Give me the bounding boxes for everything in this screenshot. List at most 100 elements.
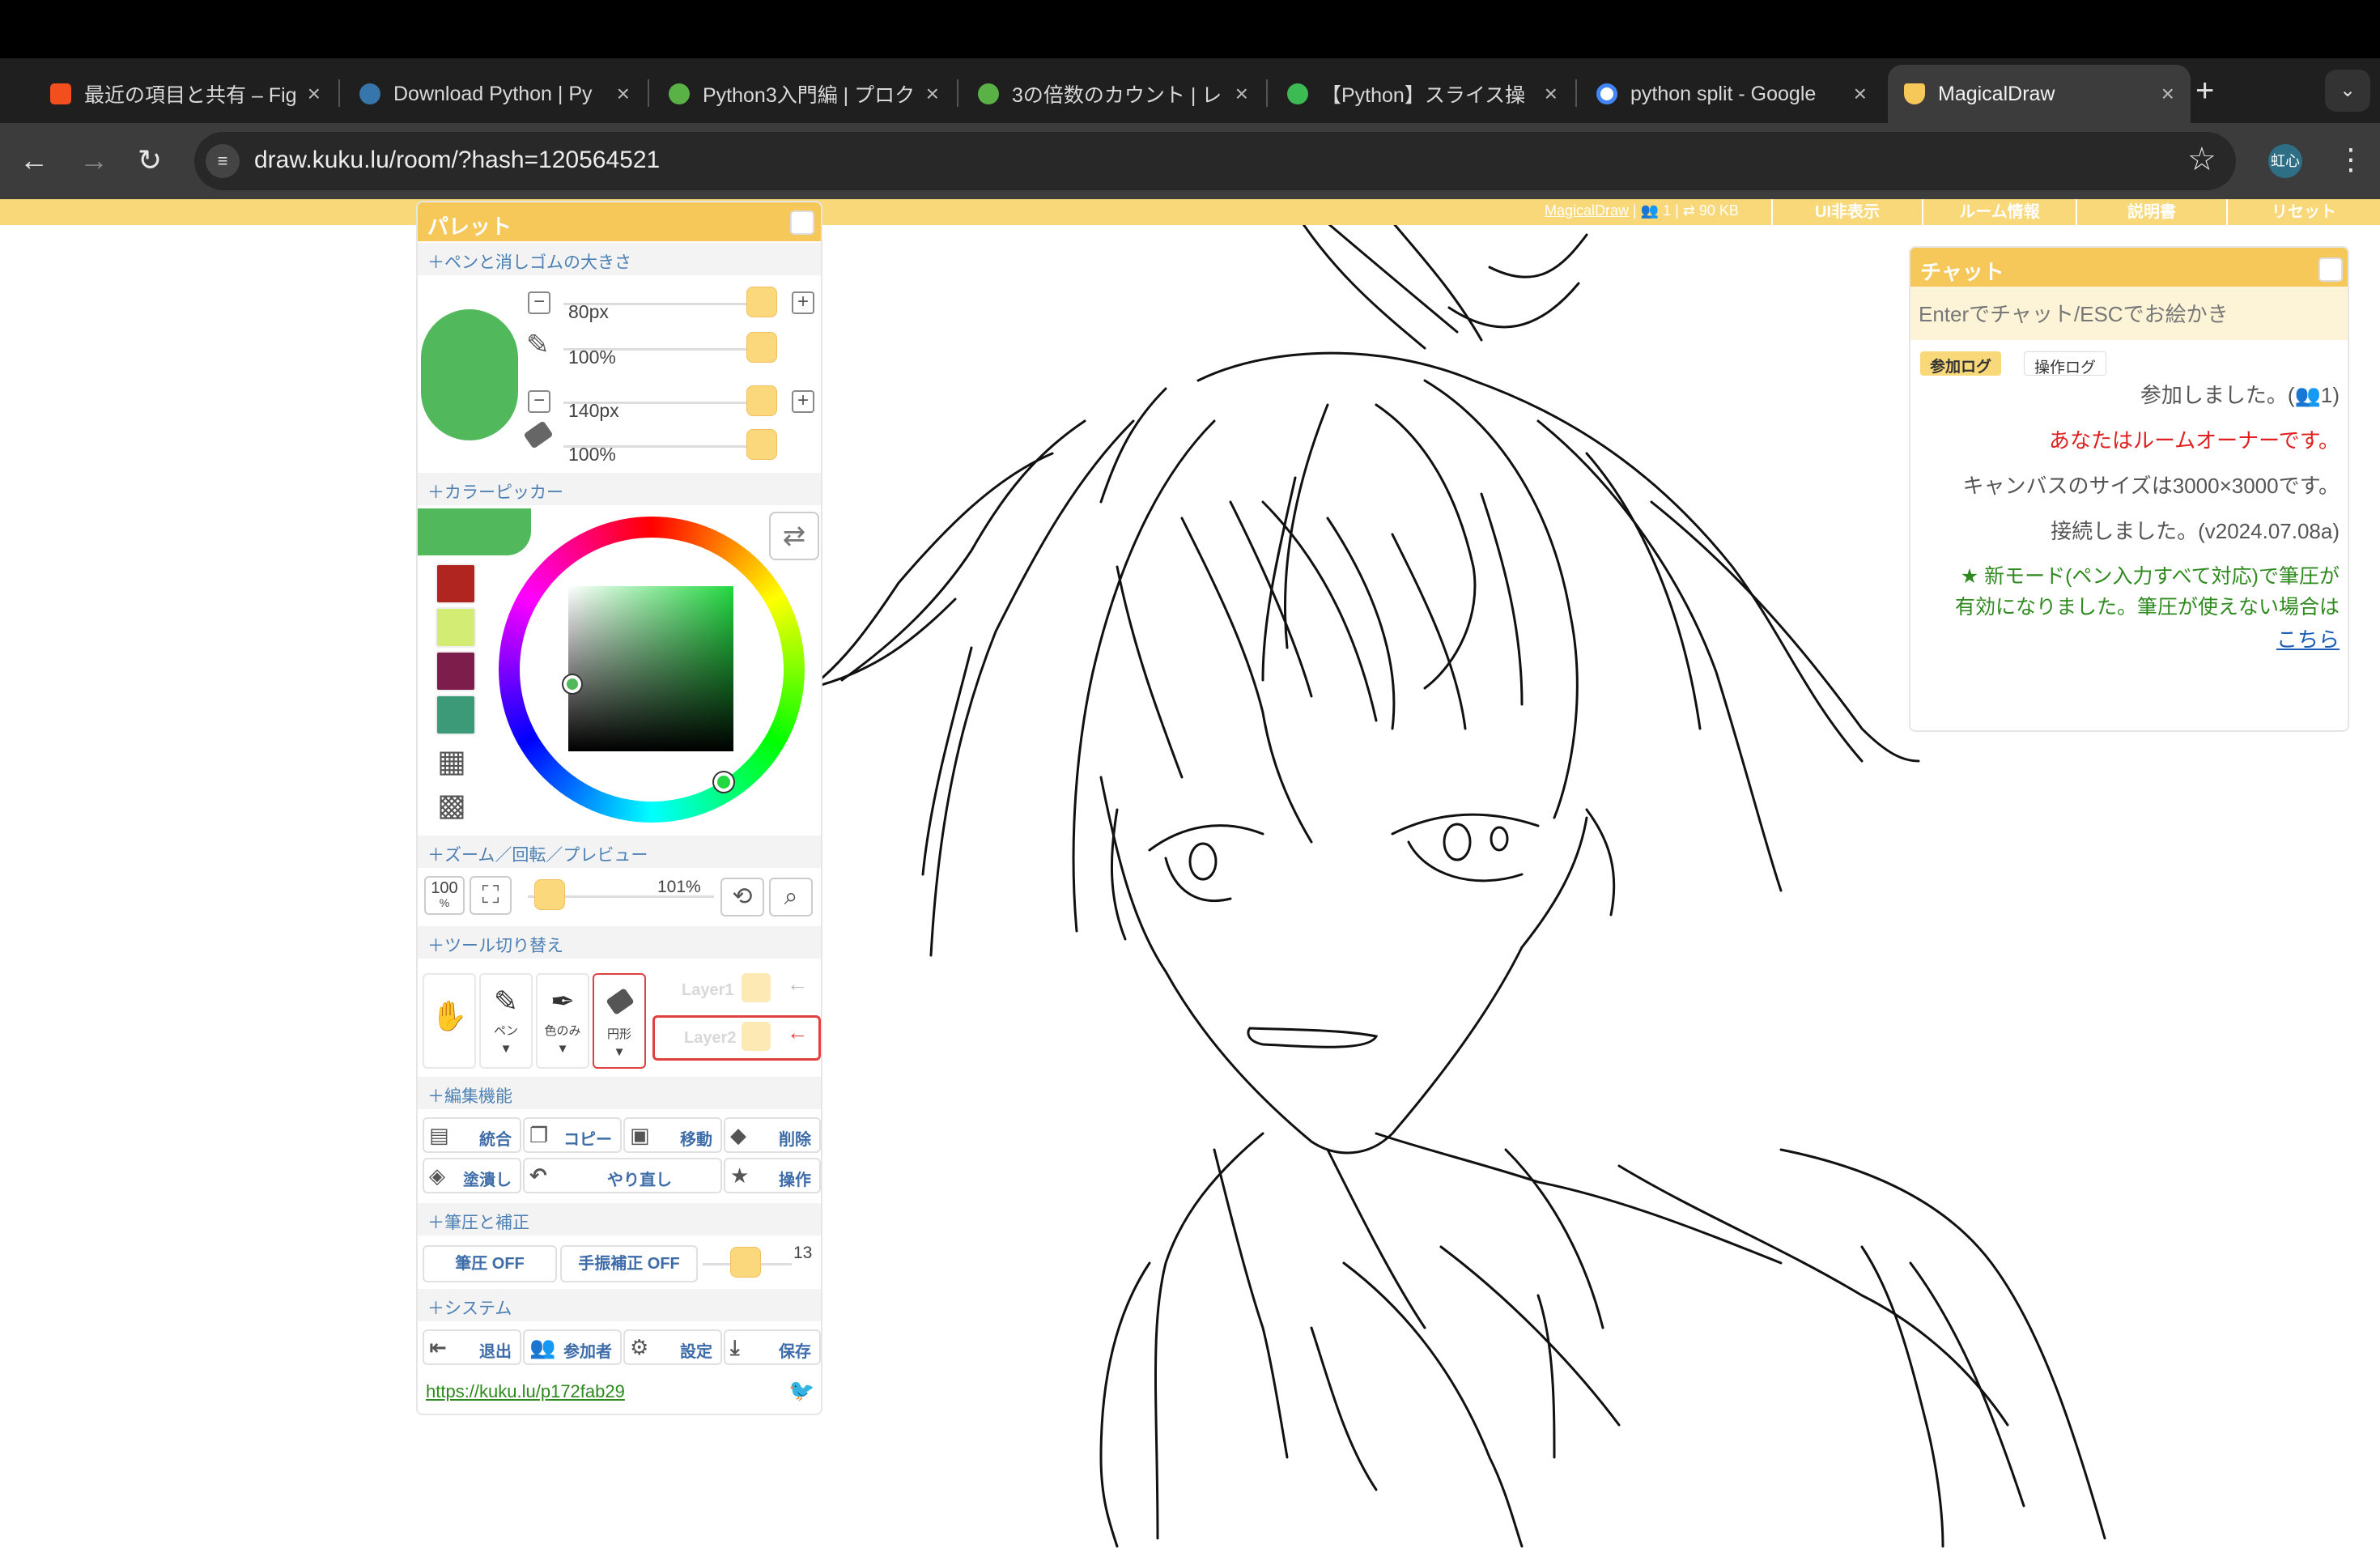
operation-button[interactable]: ★ 操作 (724, 1158, 821, 1193)
palette-collapse-checkbox[interactable] (790, 211, 814, 235)
zoom-knob[interactable] (534, 879, 565, 910)
room-stats: | 👥 1 | ⇄ 90 KB (1629, 202, 1739, 219)
tab-python-download[interactable]: Download Python | Py × (343, 65, 646, 123)
close-icon[interactable]: × (1235, 81, 1248, 107)
tab-title: Python3入門編 | プロク (703, 84, 916, 107)
pen-size-minus-button[interactable]: − (528, 291, 550, 314)
hand-tool-button[interactable]: ✋ (423, 973, 476, 1069)
palette-header[interactable]: パレット (418, 202, 821, 241)
magnify-icon[interactable]: ⌕ (769, 878, 813, 916)
browser-menu-icon[interactable]: ⋮ (2336, 142, 2365, 176)
zoom-100-label: 100 (431, 879, 458, 897)
eraser-size-knob[interactable] (746, 385, 777, 416)
tab-progate-2[interactable]: 3の倍数のカウント | レ × (962, 65, 1264, 123)
eraser-icon (523, 420, 554, 449)
exit-button[interactable]: ⇤ 退出 (423, 1329, 521, 1365)
forward-icon[interactable]: → (79, 142, 108, 178)
pen-opacity-knob[interactable] (746, 332, 777, 363)
fill-button[interactable]: ◈ 塗潰し (423, 1158, 521, 1193)
close-icon[interactable]: × (308, 81, 321, 107)
hue-picker-handle[interactable] (714, 772, 733, 792)
section-tools[interactable]: ＋ツール切り替え (418, 926, 821, 959)
move-button[interactable]: ▣ 移動 (623, 1117, 722, 1153)
pen-size-plus-button[interactable]: + (792, 291, 814, 314)
tab-magicaldraw[interactable]: MagicalDraw × (1888, 65, 2191, 123)
fit-screen-icon[interactable]: ⛶ (470, 876, 512, 915)
swatch-lime[interactable] (436, 607, 476, 648)
settings-button[interactable]: ⚙ 設定 (623, 1329, 722, 1365)
stabilizer-off-button[interactable]: 手振補正 OFF (560, 1245, 698, 1282)
room-share-link[interactable]: https://kuku.lu/p172fab29 (426, 1381, 625, 1402)
tab-progate-1[interactable]: Python3入門編 | プロク × (652, 65, 955, 123)
participants-button[interactable]: 👥 参加者 (523, 1329, 622, 1365)
zoom-value: 101% (657, 878, 701, 896)
chat-header[interactable]: チャット (1910, 248, 2348, 287)
tab-list-button[interactable]: ⌄ (2325, 70, 2370, 112)
eraser-size-minus-button[interactable]: − (528, 390, 550, 413)
layer-1-arrow-icon[interactable]: ← (787, 972, 808, 997)
close-icon[interactable]: × (1854, 81, 1867, 107)
close-icon[interactable]: × (2161, 81, 2174, 107)
save-button[interactable]: ⤓ 保存 (724, 1329, 821, 1365)
close-icon[interactable]: × (926, 81, 939, 107)
save-label: 保存 (779, 1343, 811, 1361)
layer-1-thumb (742, 973, 771, 1002)
chat-message: 接続しました。(v2024.07.08a) (2051, 519, 2340, 543)
eraser-tool-button[interactable]: 円形 ▼ (593, 973, 646, 1069)
tab-slice[interactable]: 【Python】スライス操 × (1271, 65, 1574, 123)
eraser-size-plus-button[interactable]: + (792, 390, 814, 413)
url-text[interactable]: draw.kuku.lu/room/?hash=120564521 (254, 147, 660, 174)
back-icon[interactable]: ← (19, 142, 49, 178)
swatch-red[interactable] (436, 563, 476, 604)
eraser-opacity-knob[interactable] (746, 429, 777, 460)
reset-button[interactable]: リセット (2226, 199, 2380, 225)
bookmark-star-icon[interactable]: ☆ (2187, 141, 2216, 178)
color-mode-icon[interactable]: ⇄ (769, 512, 819, 560)
sv-picker-handle[interactable] (563, 675, 581, 693)
profile-avatar[interactable]: 虹心 (2268, 144, 2302, 178)
close-icon[interactable]: × (1545, 81, 1558, 107)
section-system[interactable]: ＋システム (418, 1289, 821, 1321)
new-tab-button[interactable]: + (2195, 74, 2214, 107)
section-color-picker[interactable]: ＋カラーピッカー (418, 473, 821, 505)
eyedropper-tool-button[interactable]: ✒ 色のみ ▼ (536, 973, 589, 1069)
tab-operation-log[interactable]: 操作ログ (2024, 351, 2107, 376)
chat-message: 参加しました。(👥1) (2140, 383, 2340, 407)
section-size[interactable]: ＋ペンと消しゴムの大きさ (418, 243, 821, 275)
twitter-icon[interactable]: 🐦 (788, 1378, 814, 1403)
copy-button[interactable]: ❐ コピー (523, 1117, 622, 1153)
chat-help-link[interactable]: こちら (2276, 623, 2340, 656)
swatch-plum[interactable] (436, 651, 476, 691)
reload-icon[interactable]: ↻ (138, 142, 162, 178)
layer-2-arrow-icon[interactable]: ← (787, 1020, 808, 1045)
chat-message: キャンバスのサイズは3000×3000です。 (1962, 474, 2340, 498)
manual-button[interactable]: 説明書 (2076, 199, 2226, 225)
tab-figma[interactable]: 最近の項目と共有 – Fig × (34, 65, 337, 123)
zoom-100-button[interactable]: 100 % (424, 876, 465, 915)
room-info-button[interactable]: ルーム情報 (1922, 199, 2076, 225)
merge-button[interactable]: ▤ 統合 (423, 1117, 521, 1153)
pen-tool-button[interactable]: ✎ ペン ▼ (479, 973, 533, 1069)
delete-button[interactable]: ◆ 削除 (724, 1117, 821, 1153)
redo-button[interactable]: ↶ やり直し (523, 1158, 722, 1193)
chat-input[interactable]: Enterでチャット/ESCでお絵かき (1910, 287, 2348, 340)
magicaldraw-link[interactable]: MagicalDraw (1545, 202, 1629, 219)
saturation-value-square[interactable] (568, 586, 733, 751)
section-pressure[interactable]: ＋筆圧と補正 (418, 1203, 821, 1235)
rotate-icon[interactable]: ⟲ (720, 878, 764, 916)
add-swatch-icon[interactable]: ▦ (437, 743, 476, 780)
hide-ui-button[interactable]: UI非表示 (1771, 199, 1922, 225)
section-edit[interactable]: ＋編集機能 (418, 1077, 821, 1109)
rabbit-icon (1904, 83, 1925, 104)
swatch-manage-icon[interactable]: ▩ (437, 787, 476, 824)
section-zoom[interactable]: ＋ズーム／回転／プレビュー (418, 836, 821, 868)
tab-google[interactable]: python split - Google × (1580, 65, 1883, 123)
tab-join-log[interactable]: 参加ログ (1920, 351, 2002, 376)
swatch-teal[interactable] (436, 695, 476, 735)
pressure-off-button[interactable]: 筆圧 OFF (423, 1245, 557, 1282)
site-settings-icon[interactable]: ≡ (206, 144, 240, 178)
chat-collapse-checkbox[interactable] (2318, 257, 2343, 282)
pen-size-knob[interactable] (746, 287, 777, 317)
stabilizer-knob[interactable] (730, 1247, 761, 1278)
close-icon[interactable]: × (617, 81, 630, 107)
